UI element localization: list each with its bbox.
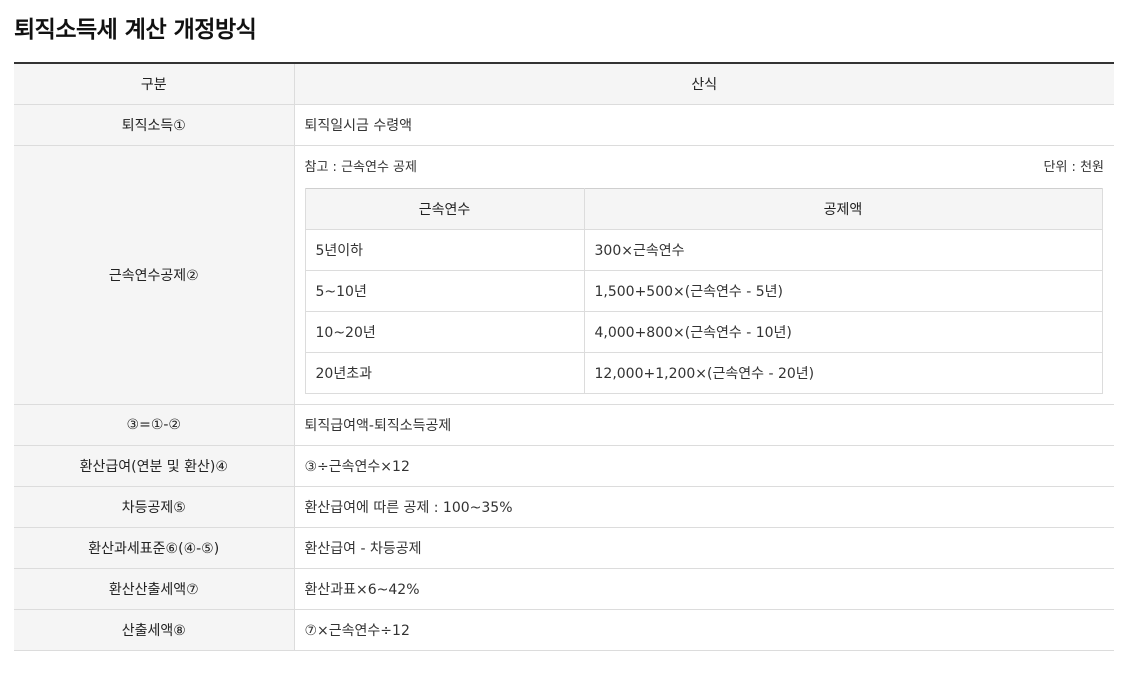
table-row: ③=①-② 퇴직급여액-퇴직소득공제 [14,404,1114,446]
row-value-computed-tax: ⑦×근속연수÷12 [294,609,1114,651]
sub-table-row: 5~10년 1,500+500×(근속연수 - 5년) [304,270,1103,312]
header-category: 구분 [14,63,295,105]
row-value-retirement-income: 퇴직일시금 수령액 [294,104,1114,146]
reference-note-text: 참고 : 근속연수 공제 [304,160,417,175]
table-row: 환산과세표준⑥(④-⑤) 환산급여 - 차등공제 [14,527,1114,569]
sub-cell-amount: 4,000+800×(근속연수 - 10년) [584,311,1103,353]
page-title: 퇴직소득세 계산 개정방식 [14,17,257,43]
row-value-taxable-base: 퇴직급여액-퇴직소득공제 [294,404,1114,446]
row-label-computed-tax: 산출세액⑧ [14,609,295,651]
table-header-row: 구분 산식 [14,63,1114,105]
row-label-converted-pay: 환산급여(연분 및 환산)④ [14,445,295,487]
table-row: 차등공제⑤ 환산급여에 따른 공제 : 100~35% [14,486,1114,528]
row-value-converted-pay: ③÷근속연수×12 [294,445,1114,487]
row-label-retirement-income: 퇴직소득① [14,104,295,146]
sub-cell-years: 10~20년 [304,311,585,353]
sub-table-row: 20년초과 12,000+1,200×(근속연수 - 20년) [304,352,1103,394]
row-value-converted-tax-base: 환산급여 - 차등공제 [294,527,1114,569]
tax-calculation-table: 구분 산식 퇴직소득① 퇴직일시금 수령액 근속연수공제② 참고 : 근속연수 … [14,62,1114,651]
table-row: 환산급여(연분 및 환산)④ ③÷근속연수×12 [14,445,1114,487]
sub-cell-years: 5~10년 [304,270,585,312]
sub-table-row: 10~20년 4,000+800×(근속연수 - 10년) [304,311,1103,353]
sub-cell-years: 5년이하 [304,229,585,271]
row-label-converted-tax-base: 환산과세표준⑥(④-⑤) [14,527,295,569]
table-row: 퇴직소득① 퇴직일시금 수령액 [14,104,1114,146]
unit-note: 단위 : 천원 [1043,160,1105,175]
table-row: 환산산출세액⑦ 환산과표×6~42% [14,568,1114,610]
row-value-converted-tax: 환산과표×6~42% [294,568,1114,610]
service-deduction-table: 근속연수 공제액 5년이하 300×근속연수 5~10년 1,500+500×(… [304,187,1103,394]
sub-header-amount: 공제액 [584,188,1103,230]
sub-table-header-row: 근속연수 공제액 [304,188,1103,230]
sub-cell-amount: 1,500+500×(근속연수 - 5년) [584,270,1103,312]
header-formula: 산식 [294,63,1114,105]
table-row: 근속연수공제② 참고 : 근속연수 공제 단위 : 천원 근속연수 공제액 5년… [14,145,1114,405]
reference-note: 참고 : 근속연수 공제 단위 : 천원 [304,158,1105,175]
row-label-service-deduction: 근속연수공제② [14,145,295,405]
table-row: 산출세액⑧ ⑦×근속연수÷12 [14,609,1114,651]
sub-table-row: 5년이하 300×근속연수 [304,229,1103,271]
row-label-graded-deduction: 차등공제⑤ [14,486,295,528]
sub-cell-years: 20년초과 [304,352,585,394]
service-deduction-cell: 참고 : 근속연수 공제 단위 : 천원 근속연수 공제액 5년이하 300×근… [294,145,1114,405]
sub-cell-amount: 300×근속연수 [584,229,1103,271]
sub-header-years: 근속연수 [304,188,585,230]
row-label-converted-tax: 환산산출세액⑦ [14,568,295,610]
row-value-graded-deduction: 환산급여에 따른 공제 : 100~35% [294,486,1114,528]
sub-cell-amount: 12,000+1,200×(근속연수 - 20년) [584,352,1103,394]
row-label-taxable-base: ③=①-② [14,404,295,446]
